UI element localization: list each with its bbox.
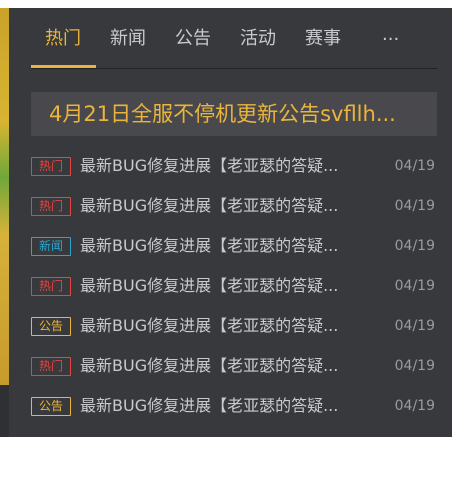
list-item[interactable]: 热门 最新BUG修复进展【老亚瑟的答疑... 04/19: [31, 354, 437, 394]
news-title-link[interactable]: 最新BUG修复进展【老亚瑟的答疑...: [80, 154, 367, 178]
list-item[interactable]: 新闻 最新BUG修复进展【老亚瑟的答疑... 04/19: [31, 234, 437, 274]
background-dark-strip: [0, 385, 9, 437]
tab-news[interactable]: 新闻: [110, 24, 146, 68]
news-panel: 热门 新闻 公告 活动 赛事 ... 4月21日全服不停机更新公告svfllh.…: [9, 8, 452, 437]
list-item[interactable]: 公告 最新BUG修复进展【老亚瑟的答疑... 04/19: [31, 314, 437, 354]
news-title-link[interactable]: 最新BUG修复进展【老亚瑟的答疑...: [80, 234, 367, 258]
list-item[interactable]: 热门 最新BUG修复进展【老亚瑟的答疑... 04/19: [31, 194, 437, 234]
category-badge: 热门: [31, 197, 71, 216]
news-date: 04/19: [394, 198, 435, 214]
news-title-link[interactable]: 最新BUG修复进展【老亚瑟的答疑...: [80, 274, 367, 298]
news-date: 04/19: [394, 358, 435, 374]
category-badge: 公告: [31, 397, 71, 416]
tab-hot[interactable]: 热门: [45, 24, 81, 68]
news-list: 热门 最新BUG修复进展【老亚瑟的答疑... 04/19 热门 最新BUG修复进展【老亚…: [31, 154, 437, 434]
news-title-link[interactable]: 最新BUG修复进展【老亚瑟的答疑...: [80, 194, 367, 218]
category-badge: 新闻: [31, 237, 71, 256]
background-art-strip: [0, 8, 9, 385]
news-title-link[interactable]: 最新BUG修复进展【老亚瑟的答疑...: [80, 354, 367, 378]
category-badge: 热门: [31, 357, 71, 376]
news-title-link[interactable]: 最新BUG修复进展【老亚瑟的答疑...: [80, 314, 367, 338]
news-date: 04/19: [394, 158, 435, 174]
news-title-link[interactable]: 最新BUG修复进展【老亚瑟的答疑...: [80, 394, 367, 418]
tab-tournaments[interactable]: 赛事: [305, 24, 341, 68]
news-date: 04/19: [394, 238, 435, 254]
news-date: 04/19: [394, 318, 435, 334]
active-tab-indicator: [31, 65, 96, 68]
tab-notice[interactable]: 公告: [175, 24, 211, 68]
tab-events[interactable]: 活动: [240, 24, 276, 68]
tab-more[interactable]: ...: [382, 24, 399, 68]
headline-banner[interactable]: 4月21日全服不停机更新公告svfllh...: [31, 92, 437, 136]
category-badge: 热门: [31, 157, 71, 176]
category-badge: 热门: [31, 277, 71, 296]
news-date: 04/19: [394, 278, 435, 294]
news-tabs: 热门 新闻 公告 活动 赛事 ...: [31, 8, 437, 69]
list-item[interactable]: 热门 最新BUG修复进展【老亚瑟的答疑... 04/19: [31, 274, 437, 314]
list-item[interactable]: 热门 最新BUG修复进展【老亚瑟的答疑... 04/19: [31, 154, 437, 194]
category-badge: 公告: [31, 317, 71, 336]
list-item[interactable]: 公告 最新BUG修复进展【老亚瑟的答疑... 04/19: [31, 394, 437, 434]
news-date: 04/19: [394, 398, 435, 414]
